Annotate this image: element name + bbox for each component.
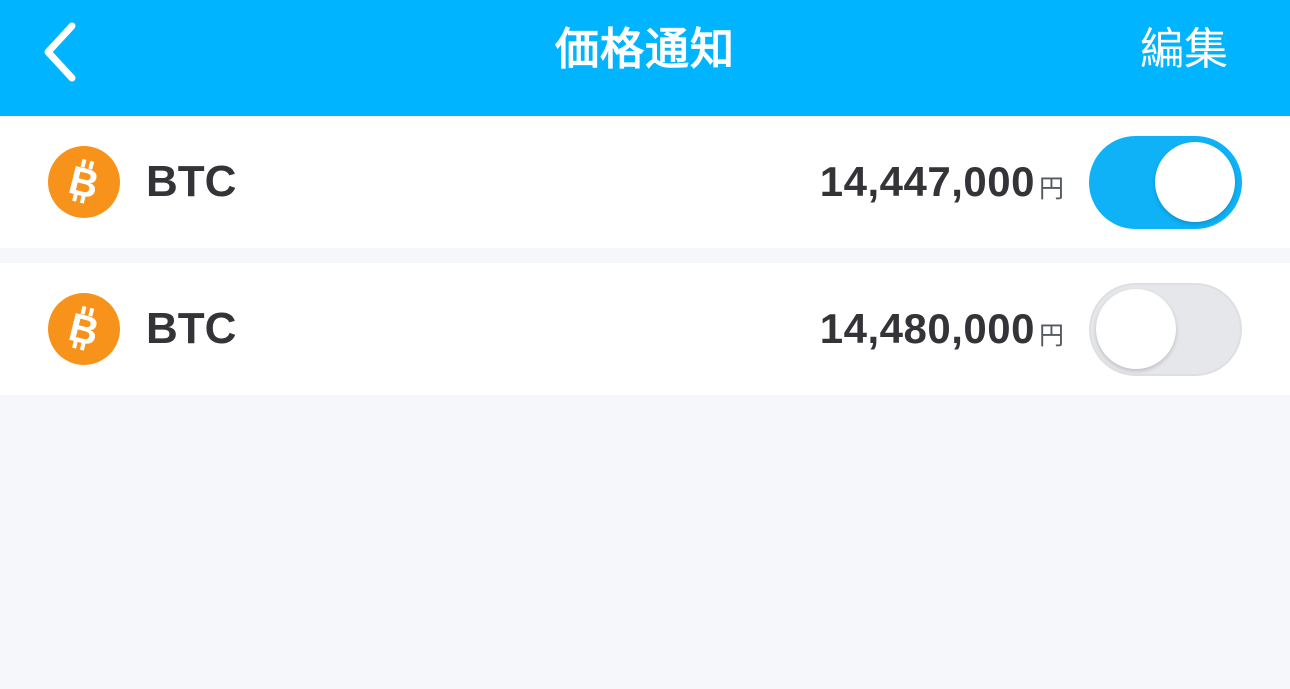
alert-price: 14,480,000 円 [820,263,1064,395]
coin-name: BTC [146,304,237,353]
price-unit: 円 [1038,321,1064,350]
toggle-knob [1155,142,1235,222]
back-button[interactable] [22,14,98,90]
price-alert-row: B BTC 14,447,000 円 [0,116,1290,248]
alert-toggle[interactable] [1089,283,1242,376]
price-alert-row: B BTC 14,480,000 円 [0,263,1290,395]
navigation-bar: 価格通知 編集 [0,0,1290,116]
coin-name: BTC [146,157,237,206]
page-title: 価格通知 [555,24,735,75]
price-value: 14,447,000 [819,158,1035,205]
bitcoin-icon: B [48,293,120,365]
price-unit: 円 [1038,174,1064,203]
alert-toggle[interactable] [1089,136,1242,229]
bitcoin-icon: B [48,146,120,218]
toggle-knob [1096,289,1176,369]
chevron-left-icon [44,22,76,82]
price-value: 14,480,000 [819,305,1035,352]
alert-price: 14,447,000 円 [820,116,1064,248]
price-alert-list: B BTC 14,447,000 円 B BTC 14,480,000 円 [0,116,1290,395]
edit-button[interactable]: 編集 [1140,0,1228,100]
row-divider [0,248,1290,263]
